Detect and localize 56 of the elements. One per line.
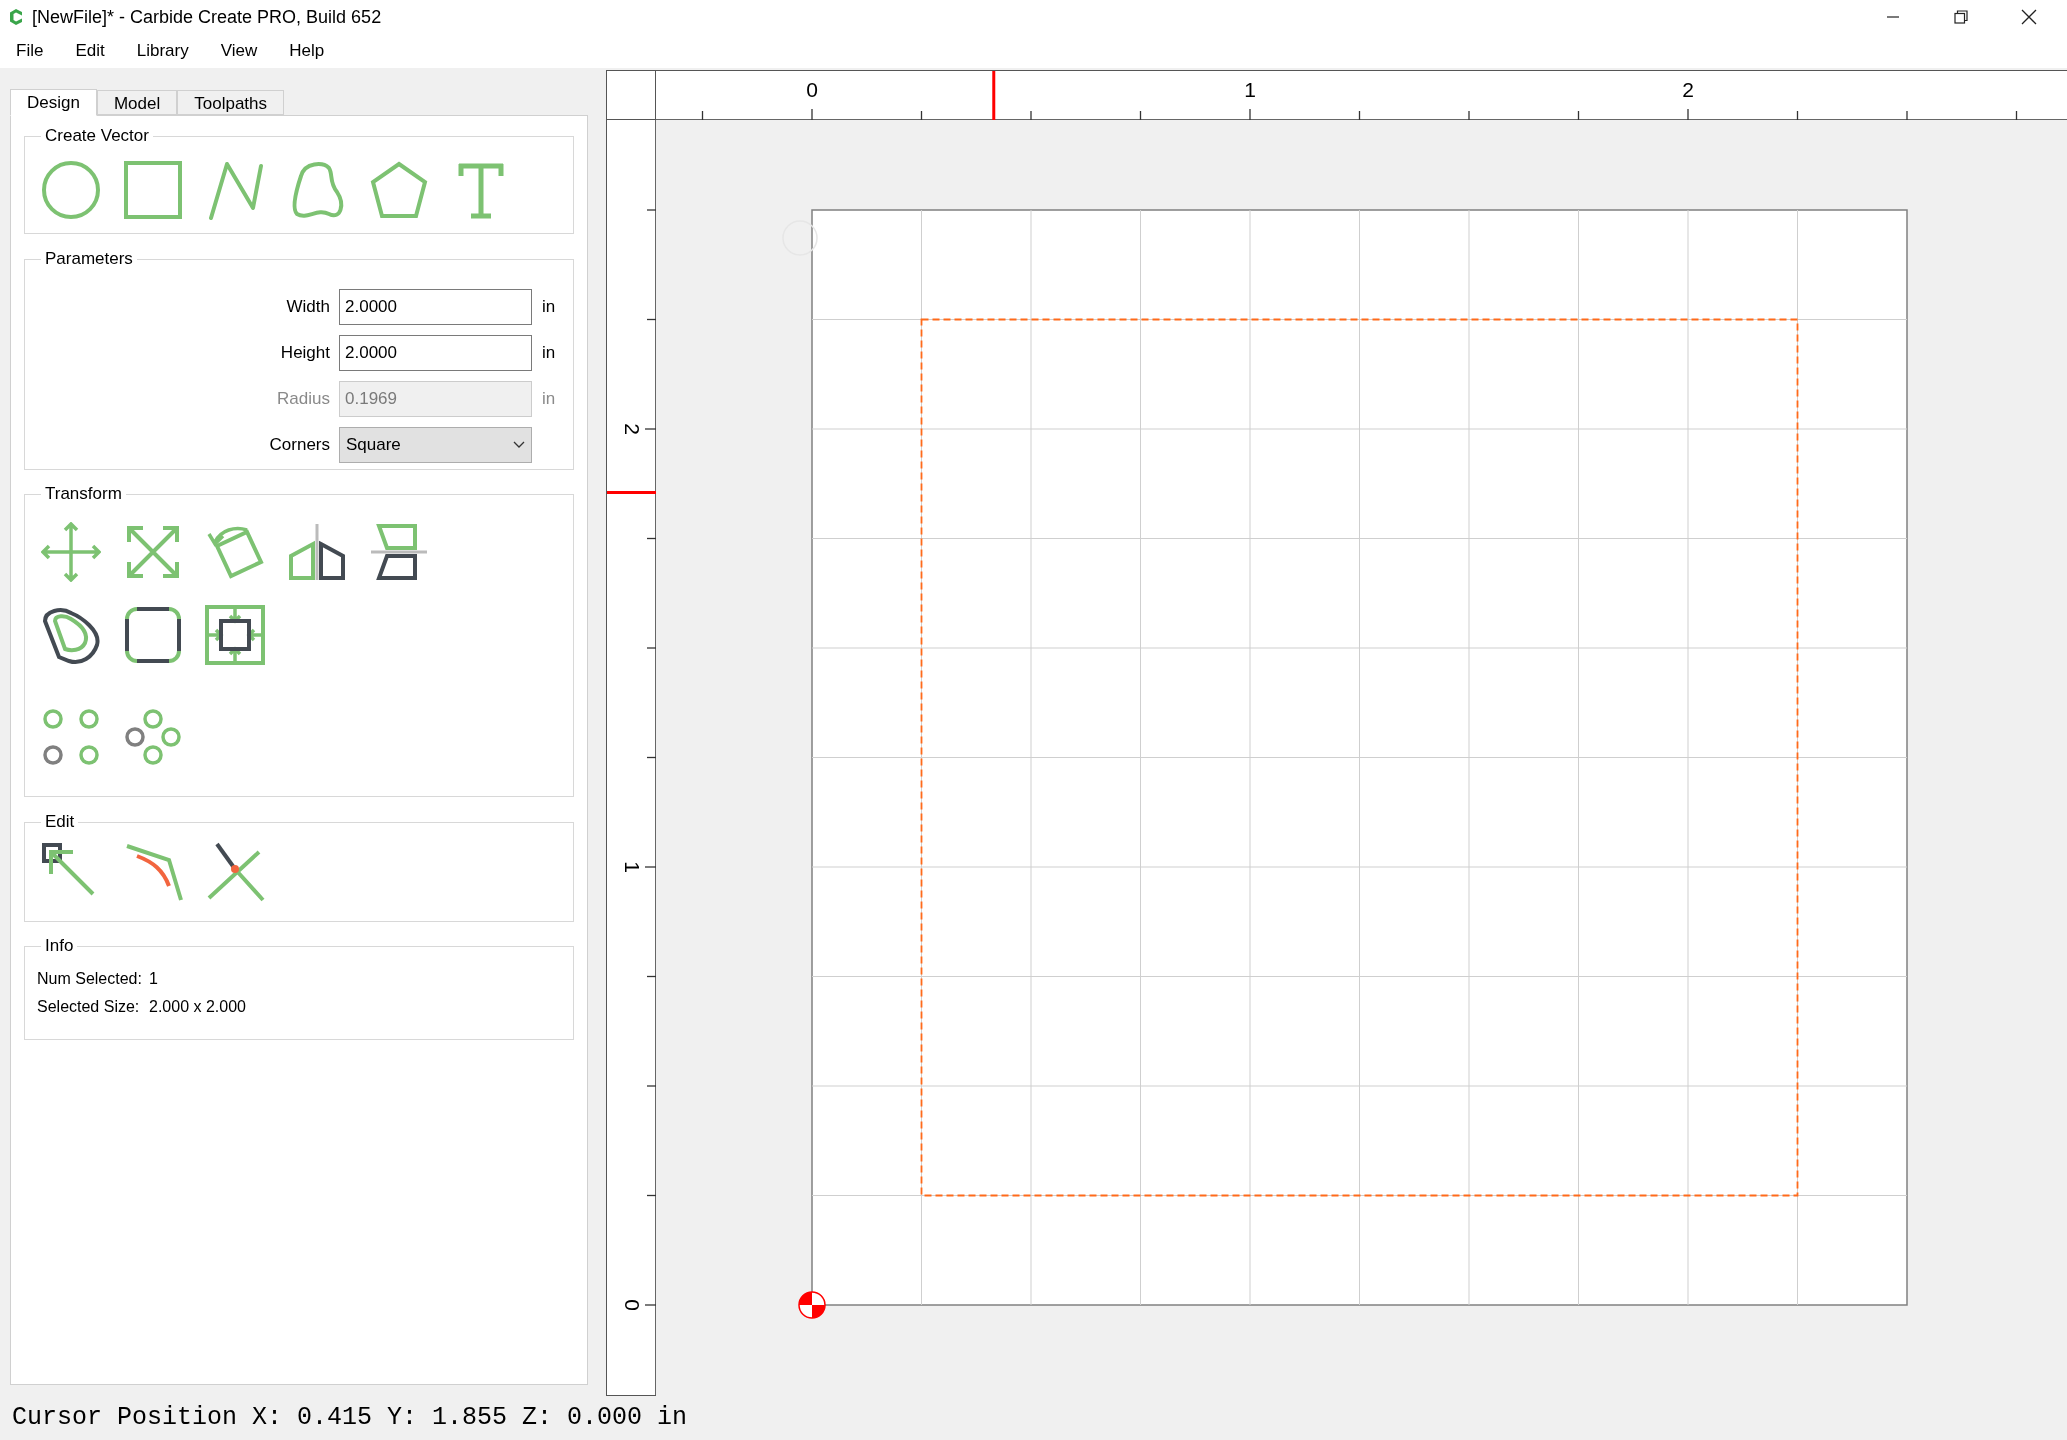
fillet-curve-icon[interactable]	[123, 842, 183, 902]
offset-icon[interactable]	[41, 605, 101, 665]
group-title: Transform	[44, 484, 123, 504]
circular-array-icon[interactable]	[123, 707, 183, 767]
info-value: 1	[149, 969, 158, 989]
app-logo-icon	[8, 8, 24, 26]
move-arrows-icon[interactable]	[41, 522, 101, 582]
menu-item[interactable]: Library	[126, 38, 199, 64]
grid-array-icon[interactable]	[41, 707, 101, 767]
rectangle-tool-icon[interactable]	[123, 160, 183, 220]
mirror-vertical-icon[interactable]	[369, 522, 429, 582]
ruler-label: 0	[806, 78, 818, 101]
group-title: Parameters	[44, 249, 134, 269]
field-label: Corners	[268, 434, 330, 457]
menu-item[interactable]: View	[210, 38, 268, 64]
field-label: Width	[285, 296, 330, 319]
circle-tool-icon[interactable]	[41, 160, 101, 220]
unit-label: in	[542, 342, 556, 365]
cursor-x-marker	[992, 71, 996, 120]
info-label: Num Selected:	[37, 969, 143, 989]
group-title: Edit	[44, 812, 76, 832]
menu-item[interactable]: Help	[279, 38, 335, 64]
tab[interactable]: Design	[10, 89, 97, 116]
info-value: 2.000 x 2.000	[149, 997, 246, 1017]
unit-label: in	[542, 388, 556, 411]
unit-label: in	[542, 296, 556, 319]
field-label: Height	[279, 342, 330, 365]
ruler-label: 1	[621, 861, 644, 873]
status-bar-text: Cursor Position X: 0.415 Y: 1.855 Z: 0.000 in	[12, 1402, 688, 1435]
restore-icon	[1954, 10, 1968, 24]
close-icon	[2021, 9, 2037, 25]
faint-circle	[782, 220, 818, 256]
group-title: Create Vector	[44, 126, 150, 146]
number-input[interactable]: 2.0000	[339, 335, 532, 371]
mirror-horizontal-icon[interactable]	[287, 522, 347, 582]
group-title: Info	[44, 936, 75, 956]
window-title: [NewFile]* - Carbide Create PRO, Build 652	[32, 5, 382, 29]
corners-dropdown[interactable]: Square	[339, 427, 532, 463]
tab[interactable]: Toolpaths	[177, 90, 284, 115]
trim-icon[interactable]	[205, 842, 265, 902]
field-label: Radius	[276, 388, 330, 411]
ruler-label: 0	[621, 1299, 644, 1311]
tab[interactable]: Model	[96, 90, 178, 115]
cursor-y-marker	[607, 491, 656, 494]
number-input[interactable]: 2.0000	[339, 289, 532, 325]
polygon-tool-icon[interactable]	[369, 160, 429, 220]
chevron-down-icon	[513, 441, 525, 449]
menu-item[interactable]: Edit	[65, 38, 115, 64]
info-label: Selected Size:	[37, 997, 141, 1017]
ruler-label: 2	[1682, 78, 1694, 101]
ruler-label: 2	[621, 423, 644, 435]
menu-item[interactable]: File	[6, 38, 54, 64]
ruler-label: 1	[1244, 78, 1256, 101]
origin-marker-icon	[798, 1291, 826, 1319]
align-center-icon[interactable]	[205, 605, 265, 665]
fillet-corners-icon[interactable]	[123, 605, 183, 665]
